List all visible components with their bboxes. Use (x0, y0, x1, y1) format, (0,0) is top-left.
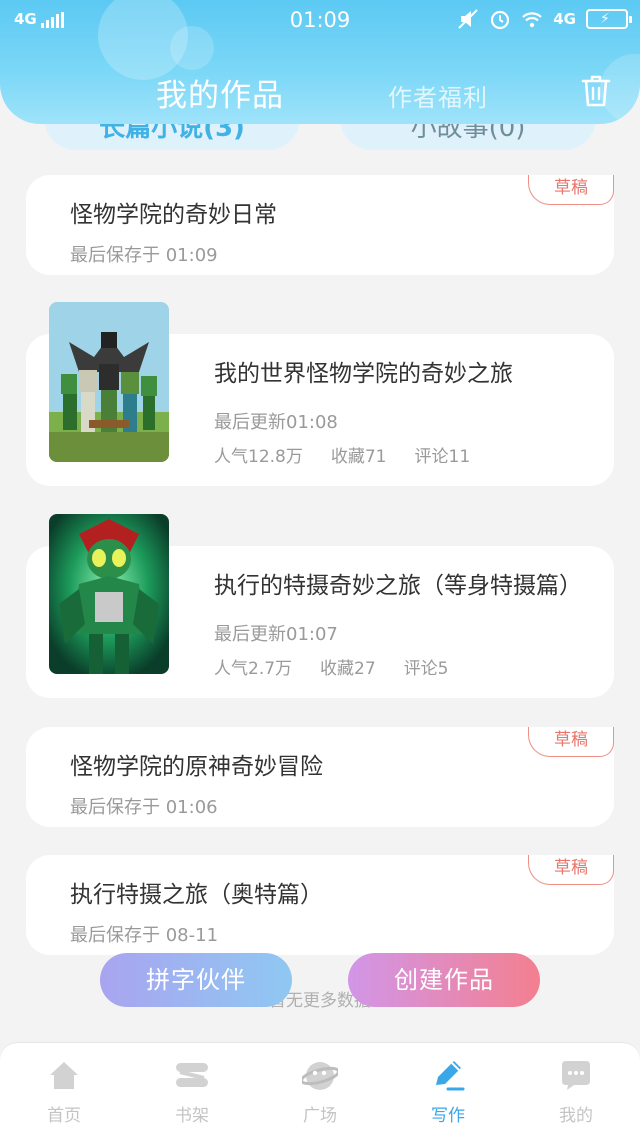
alarm-icon (491, 10, 510, 30)
no-more-data-note: 暂无更多数据 (269, 991, 371, 1011)
draft-card[interactable]: 怪物学院的奇妙日常 最后保存于 01:09 草稿 (26, 175, 614, 275)
trash-icon[interactable] (580, 74, 612, 108)
draft-badge: 草稿 (528, 855, 614, 885)
comments-count: 评论5 (403, 659, 449, 679)
tab-label: 广场 (303, 1106, 337, 1126)
saved-time: 最后保存于 01:09 (70, 245, 218, 266)
tab-write[interactable]: 写作 (384, 1043, 512, 1138)
battery-icon: ⚡ (586, 9, 632, 29)
tab-profile[interactable]: 我的 (512, 1043, 640, 1138)
status-bar: 4G 01:09 4G ⚡ (0, 0, 640, 40)
profile-icon (562, 1061, 590, 1090)
draft-badge: 草稿 (528, 175, 614, 205)
draft-card[interactable]: 怪物学院的原神奇妙冒险 最后保存于 01:06 草稿 (26, 727, 614, 827)
tab-label: 首页 (47, 1106, 81, 1126)
updated-time: 最后更新01:07 (214, 624, 338, 645)
work-title: 执行特摄之旅（奥特篇） (70, 882, 323, 908)
network-label: 4G (553, 10, 576, 28)
tab-bookshelf[interactable]: 书架 (128, 1043, 256, 1138)
bottom-tab-bar: 首页 书架 广场 写作 我的 (0, 1042, 640, 1138)
popularity-count: 人气2.7万 (214, 659, 293, 679)
comments-count: 评论11 (414, 447, 471, 467)
work-title: 怪物学院的原神奇妙冒险 (70, 754, 323, 780)
partner-button[interactable]: 拼字伙伴 (100, 953, 292, 1007)
tab-label: 书架 (175, 1106, 209, 1126)
header: 4G 01:09 4G ⚡ 我的作品 作者福利 (0, 0, 640, 124)
tab-label: 我的 (559, 1106, 593, 1126)
draft-card[interactable]: 执行特摄之旅（奥特篇） 最后保存于 08-11 草稿 (26, 855, 614, 955)
tab-my-works[interactable]: 我的作品 (156, 70, 284, 115)
square-icon (302, 1062, 338, 1090)
work-title: 执行的特摄奇妙之旅（等身特摄篇） (214, 573, 582, 599)
tab-square[interactable]: 广场 (256, 1043, 384, 1138)
minecraft-cover[interactable] (49, 302, 169, 462)
status-icons: 4G ⚡ (457, 8, 632, 30)
mute-icon (458, 9, 478, 29)
favorites-count: 收藏71 (330, 447, 387, 467)
bookshelf-icon (176, 1063, 208, 1087)
draft-badge: 草稿 (528, 727, 614, 757)
work-title: 怪物学院的奇妙日常 (70, 202, 277, 228)
popularity-count: 人气12.8万 (214, 447, 303, 467)
favorites-count: 收藏27 (320, 659, 376, 679)
saved-time: 最后保存于 08-11 (70, 925, 219, 946)
updated-time: 最后更新01:08 (214, 412, 338, 433)
book-stats: 人气2.7万 收藏27 评论5 (214, 654, 477, 679)
create-work-button[interactable]: 创建作品 (348, 953, 540, 1007)
tab-author-welfare[interactable]: 作者福利 (388, 78, 488, 113)
write-icon (436, 1061, 465, 1091)
kamen-rider-cover[interactable] (49, 514, 169, 674)
wifi-icon (522, 12, 543, 28)
saved-time: 最后保存于 01:06 (70, 797, 218, 818)
tab-label: 写作 (431, 1106, 465, 1126)
tab-home[interactable]: 首页 (0, 1043, 128, 1138)
home-icon (50, 1062, 78, 1089)
work-title: 我的世界怪物学院的奇妙之旅 (214, 361, 513, 387)
book-stats: 人气12.8万 收藏71 评论11 (214, 442, 498, 467)
